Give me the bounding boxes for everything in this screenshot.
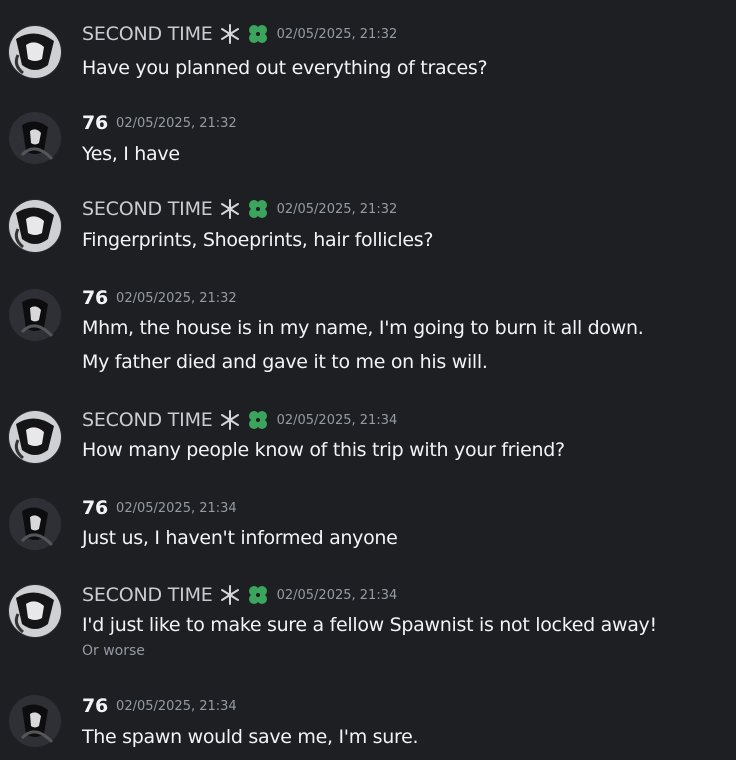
timestamp: 02/05/2025, 21:34 bbox=[276, 587, 398, 603]
avatar-second-time[interactable] bbox=[8, 25, 62, 79]
username[interactable]: 76 bbox=[82, 287, 108, 309]
avatar-76[interactable] bbox=[8, 497, 62, 551]
avatar-second-time[interactable] bbox=[8, 410, 62, 464]
username[interactable]: SECOND TIME bbox=[82, 23, 213, 45]
green-clover-icon bbox=[247, 409, 269, 431]
avatar-76[interactable] bbox=[8, 111, 62, 165]
timestamp: 02/05/2025, 21:32 bbox=[116, 115, 237, 131]
timestamp: 02/05/2025, 21:34 bbox=[276, 412, 398, 428]
avatar-76[interactable] bbox=[8, 288, 62, 342]
message-subtext: Or worse bbox=[82, 643, 145, 659]
message-text: How many people know of this trip with y… bbox=[82, 439, 565, 461]
snowflake-icon bbox=[219, 198, 241, 220]
message-text: Fingerprints, Shoeprints, hair follicles… bbox=[82, 229, 434, 251]
message-text: The spawn would save me, I'm sure. bbox=[82, 726, 419, 748]
timestamp: 02/05/2025, 21:32 bbox=[276, 26, 398, 42]
avatar-76[interactable] bbox=[8, 694, 62, 748]
timestamp: 02/05/2025, 21:34 bbox=[116, 500, 237, 516]
username[interactable]: 76 bbox=[82, 695, 108, 717]
timestamp: 02/05/2025, 21:34 bbox=[116, 698, 237, 714]
snowflake-icon bbox=[219, 584, 241, 606]
username[interactable]: SECOND TIME bbox=[82, 409, 213, 431]
username[interactable]: 76 bbox=[82, 112, 108, 134]
message-text: Mhm, the house is in my name, I'm going … bbox=[82, 317, 644, 339]
avatar-second-time[interactable] bbox=[8, 584, 62, 638]
message-text: Just us, I haven't informed anyone bbox=[82, 527, 398, 549]
timestamp: 02/05/2025, 21:32 bbox=[116, 290, 237, 306]
timestamp: 02/05/2025, 21:32 bbox=[276, 201, 398, 217]
message-text: Have you planned out everything of trace… bbox=[82, 57, 488, 79]
username[interactable]: SECOND TIME bbox=[82, 584, 213, 606]
green-clover-icon bbox=[247, 584, 269, 606]
username[interactable]: SECOND TIME bbox=[82, 198, 213, 220]
green-clover-icon bbox=[247, 198, 269, 220]
avatar-second-time[interactable] bbox=[8, 199, 62, 253]
message-text: My father died and gave it to me on his … bbox=[82, 351, 488, 373]
message-text: Yes, I have bbox=[82, 143, 180, 165]
username[interactable]: 76 bbox=[82, 497, 108, 519]
snowflake-icon bbox=[219, 23, 241, 45]
message-text: I'd just like to make sure a fellow Spaw… bbox=[82, 614, 657, 636]
snowflake-icon bbox=[219, 409, 241, 431]
green-clover-icon bbox=[247, 23, 269, 45]
